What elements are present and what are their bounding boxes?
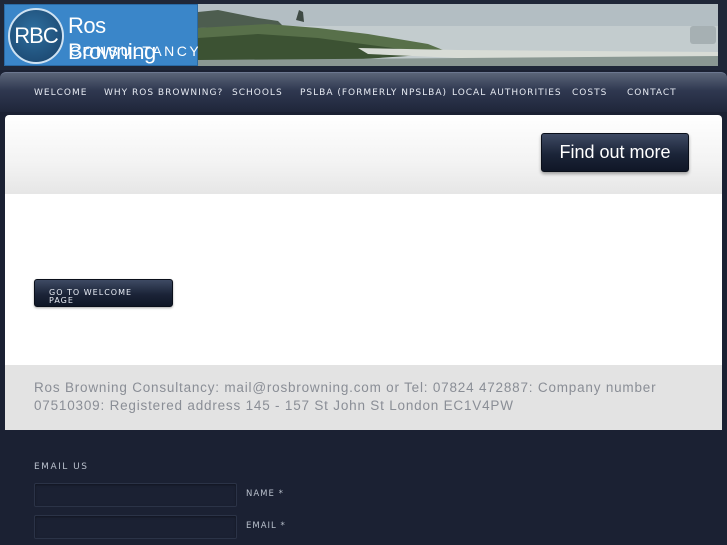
site-logo[interactable]: RBC Ros Browning CONSULTANCY xyxy=(4,4,202,66)
name-input[interactable] xyxy=(34,483,237,507)
header-banner-image xyxy=(198,4,718,66)
company-info-line1: Ros Browning Consultancy: mail@rosbrowni… xyxy=(34,380,657,395)
email-input[interactable] xyxy=(34,515,237,539)
logo-mark: RBC xyxy=(8,8,64,64)
nav-item-welcome[interactable]: WELCOME xyxy=(34,88,87,98)
nav-item-costs[interactable]: COSTS xyxy=(572,88,607,98)
company-info-text: Ros Browning Consultancy: mail@rosbrowni… xyxy=(34,379,674,415)
company-info-line2: 07510309: Registered address 145 - 157 S… xyxy=(34,398,514,413)
welcome-button-line2: PAGE xyxy=(49,296,74,305)
name-label: NAME * xyxy=(246,489,284,499)
find-out-more-button[interactable]: Find out more xyxy=(541,133,689,172)
main-navigation: WELCOME WHY ROS BROWNING? SCHOOLS PSLBA … xyxy=(0,72,727,112)
email-label: EMAIL * xyxy=(246,521,286,531)
logo-subtitle: CONSULTANCY xyxy=(70,43,202,59)
nav-item-contact[interactable]: CONTACT xyxy=(627,88,677,98)
email-us-heading: EMAIL US xyxy=(34,462,89,472)
nav-item-pslba[interactable]: PSLBA (FORMERLY NPSLBA) xyxy=(300,88,447,98)
nav-item-schools[interactable]: SCHOOLS xyxy=(232,88,283,98)
nav-item-why-ros-browning[interactable]: WHY ROS BROWNING? xyxy=(104,88,223,98)
site-header: RBC Ros Browning CONSULTANCY xyxy=(0,0,727,70)
go-to-welcome-page-button[interactable]: GO TO WELCOME PAGE xyxy=(34,279,173,307)
nav-item-local-authorities[interactable]: LOCAL AUTHORITIES xyxy=(452,88,562,98)
